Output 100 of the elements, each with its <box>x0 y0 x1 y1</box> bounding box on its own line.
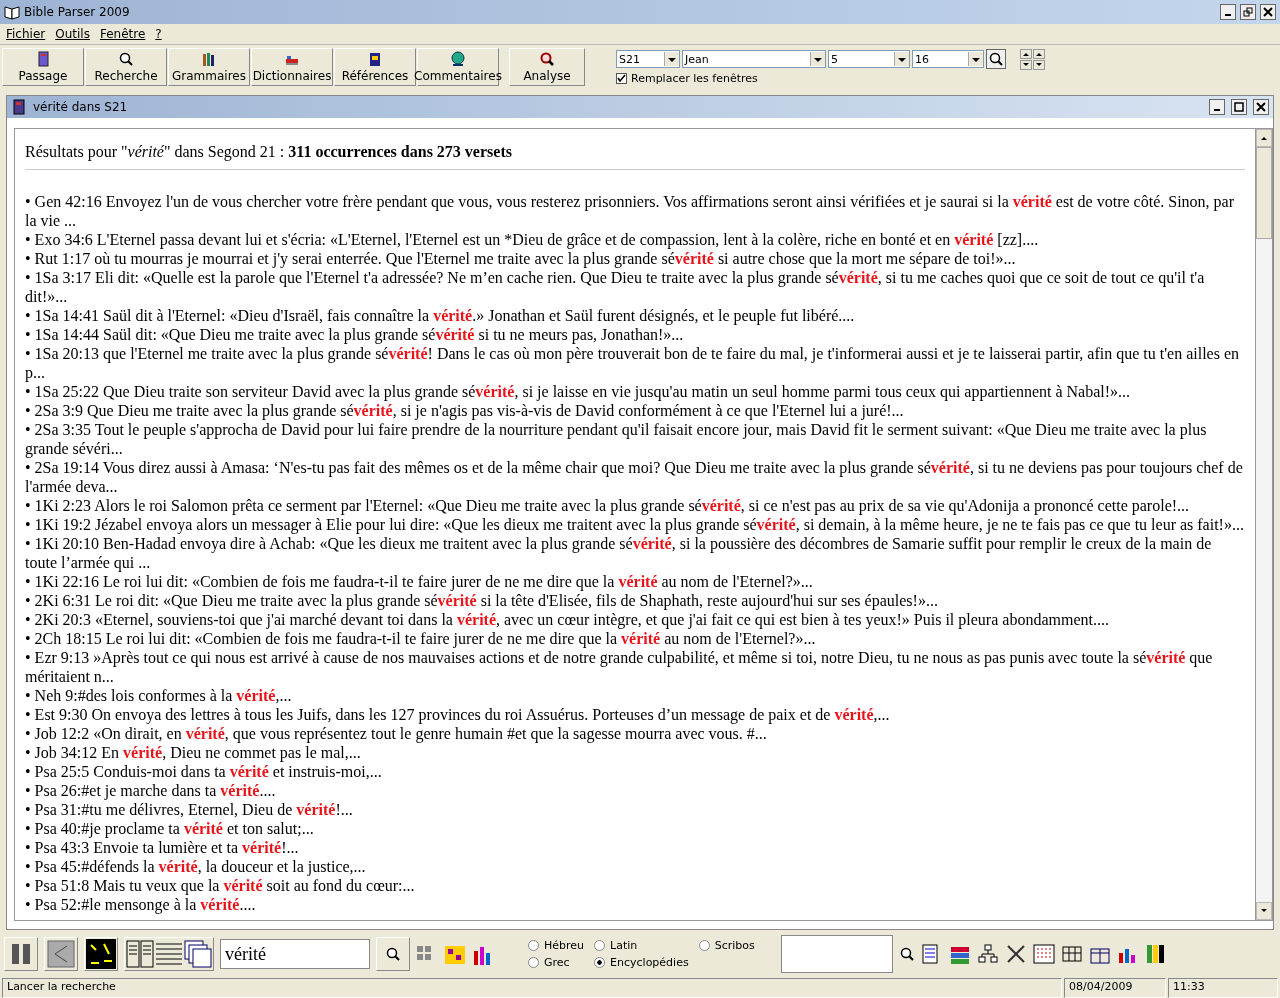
radio-button[interactable] <box>698 940 710 952</box>
status-date: 08/04/2009 <box>1064 978 1166 998</box>
matrix-icon <box>1032 943 1055 966</box>
radio-label: Grec <box>544 956 570 970</box>
result-line: • Psa 26:#et je marche dans ta vérité.... <box>25 780 277 800</box>
stacked-pages-icon <box>184 940 212 969</box>
toolbar-button[interactable]: Dictionnaires <box>251 47 333 86</box>
book-icon <box>367 50 383 67</box>
close-button[interactable] <box>1260 4 1276 20</box>
version-dropdown[interactable]: S21 <box>616 50 680 69</box>
result-line: • 1Ki 19:2 Jézabel envoya alors un messager à Elie pour lui dire: «Que les dieux me traitent avec la plus grande sévérité, si demain, à la même heure, je ne te fais pas ce que tu leur as fait!»... <box>25 515 1245 534</box>
minimize-button[interactable] <box>1209 98 1225 115</box>
menu-item[interactable]: ? <box>155 26 162 41</box>
magnifier-icon <box>118 50 134 67</box>
magnifier-icon <box>539 50 555 67</box>
books-icon <box>201 50 217 67</box>
radio-label: Hébreu <box>544 939 585 953</box>
magnifier-icon <box>988 51 1004 68</box>
down-button[interactable] <box>1033 59 1045 70</box>
scrollbar[interactable] <box>1255 127 1273 922</box>
close-icon <box>1263 7 1273 17</box>
columns-button[interactable] <box>4 937 38 972</box>
up-icon <box>1260 134 1268 141</box>
scroll-thumb[interactable] <box>1256 146 1272 239</box>
result-line: • 1Sa 14:44 Saül dit: «Que Dieu me traite avec la plus grande sévérité si tu ne meurs pas, Jonathan!»... <box>25 325 685 344</box>
result-line: • 1Ki 22:16 Le roi lui dit: «Combien de fois me faudra-t-il te faire jurer de ne me dire que la vérité au nom de l'Eternel?»... <box>25 572 814 591</box>
result-line: • 1Sa 14:41 Saül dit à l'Eternel: «Dieu d'Israël, fais connaître la vérité.» Jonathan et Saül furent désignés, et le peuple fut libéré.... <box>25 305 856 325</box>
book-dropdown[interactable]: Jean <box>682 50 826 69</box>
back-button[interactable] <box>44 937 78 972</box>
result-line: • Psa 25:5 Conduis-moi dans ta vérité et instruis-moi,... <box>25 762 383 781</box>
restore-button[interactable] <box>1240 4 1256 20</box>
result-line: • 2Sa 3:9 Que Dieu me traite avec la plus grande sévérité, si je n'agis pas vis-à-vis de David conformément à ce que l'Eternel lui a juré!... <box>25 401 905 420</box>
minimize-icon <box>1214 108 1220 111</box>
restore-icon <box>1243 7 1253 17</box>
toolbar-button[interactable]: Recherche <box>85 47 167 86</box>
replace-checkbox[interactable] <box>616 72 627 84</box>
search-field[interactable]: vérité <box>220 939 370 970</box>
verse-dropdown[interactable]: 16 <box>912 50 984 69</box>
radio-button[interactable] <box>528 940 539 952</box>
check-icon <box>617 74 626 83</box>
up-button[interactable] <box>1020 48 1032 59</box>
close-button[interactable] <box>1253 98 1269 115</box>
menu-item[interactable]: Fichier <box>6 26 46 41</box>
toolbar-button[interactable]: Grammaires <box>168 47 250 86</box>
radio-label: Encyclopédies <box>610 956 689 970</box>
document-title: vérité dans S21 <box>33 99 129 114</box>
radio-label: Scribos <box>714 939 755 953</box>
down-icon <box>1260 908 1268 915</box>
up-button[interactable] <box>1033 48 1045 59</box>
radio-button[interactable] <box>594 940 606 952</box>
toolbar-button[interactable]: Analyse <box>509 47 585 86</box>
result-line: • Est 9:30 On envoya des lettres à tous les Juifs, dans les 127 provinces du roi Assuérus. Porteuses d’un message de paix et de vérité,... <box>25 704 891 724</box>
result-line: • 2Ch 18:15 Le roi lui dit: «Combien de fois me faudra-t-il te faire jurer de ne me dire que la vérité au nom de l'Eternel?»... <box>25 629 817 648</box>
result-line: • Gen 42:16 Envoyez l'un de vous chercher votre frère pendant que vous, vous resterez prisonniers. Vos affirmations seront ainsi vérifiées et je saurai si la vérité est de votre côté. Sinon, par la vie ... <box>25 191 1235 230</box>
result-line: • 2Sa 3:35 Tout le peuple s'approcha de David pour lui faire prendre de la nourriture pendant qu'il faisait encore jour, mais David fit le serment suivant: «Que Dieu me traite avec la plus grande sévéri... <box>25 420 1208 458</box>
result-line: • 2Ki 6:31 Le roi dit: «Que Dieu me traite avec la plus grande sévérité si la tête d'Elisée, fils de Shaphath, reste aujourd'hui sur ses épaules!»... <box>25 591 939 610</box>
open-book-icon <box>4 4 20 20</box>
result-line: • 1Ki 2:23 Alors le roi Salomon prêta ce serment par l'Eternel: «Que Dieu me traite avec la plus grande sévérité, si ce n'est pas au prix de sa vie qu'Adonija a prononcé cette parole!... <box>25 495 1191 515</box>
globe-icon <box>450 50 466 67</box>
chapter-dropdown[interactable]: 5 <box>828 50 910 69</box>
go-button[interactable] <box>986 49 1006 70</box>
two-columns-icon <box>126 940 154 969</box>
close-icon <box>1256 101 1266 112</box>
search-button[interactable] <box>376 937 410 972</box>
layout-button[interactable] <box>124 937 214 972</box>
magnifier-icon <box>385 946 401 963</box>
menu-item[interactable]: Outils <box>55 26 90 41</box>
result-line: • Job 12:2 «On dirait, en vérité, que vous représentez tout le genre humain #et que la sagesse mourra avec vous. #... <box>25 724 768 743</box>
status-message: Lancer la recherche <box>2 978 1062 998</box>
radio-button[interactable] <box>594 957 606 969</box>
replace-label: Remplacer les fenêtres <box>631 71 758 85</box>
status-time: 11:33 <box>1168 978 1278 998</box>
book-icon <box>35 50 51 67</box>
input-field[interactable] <box>780 935 893 974</box>
down-button[interactable] <box>1020 59 1032 70</box>
minimize-button[interactable] <box>1220 4 1236 20</box>
maximize-button[interactable] <box>1231 98 1247 115</box>
result-line: • Psa 43:3 Envoie ta lumière et ta vérité!... <box>25 838 300 857</box>
radio-button[interactable] <box>528 957 539 969</box>
maximize-icon <box>1234 101 1244 112</box>
columns-icon <box>10 942 32 967</box>
result-line: • Psa 31:#tu me délivres, Eternel, Dieu de vérité!... <box>25 800 354 819</box>
result-line: • Psa 45:#défends la vérité, la douceur et la justice,... <box>25 856 367 876</box>
toolbar-button[interactable]: Passage <box>2 47 84 86</box>
result-line: • Psa 52:#le mensonge à la vérité.... <box>25 895 257 914</box>
result-line: • 1Ki 20:10 Ben-Hadad envoya dire à Achab: «Que les dieux me traitent avec la plus grande sévérité, si la poussière des décombres de Samarie suffit pour remplir le creux de la main de toute l’armée qui ... <box>25 534 1213 572</box>
result-line: • 1Sa 25:22 Que Dieu traite son serviteur David avec la plus grande sévérité, si je laisse en vie jusqu'au matin un seul homme parmi tous ceux qui appartiennent à Nabal!»... <box>25 382 1132 401</box>
result-line: • Psa 40:#je proclame ta vérité et ton salut;... <box>25 818 315 838</box>
books-icon <box>1144 943 1167 966</box>
result-line: • 1Sa 20:13 que l'Eternel me traite avec la plus grande sévérité! Dans le cas où mon père trouverait bon de te faire du mal, je t'informerai aussi et je te laisserai partir, afin que tu t'en ailles en p... <box>25 344 1241 382</box>
result-line: • Rut 1:17 où tu mourras je mourrai et j'y serai enterrée. Que l'Eternel me traite avec la plus grande sévérité si autre chose que la mort me sépare de toi!»... <box>25 249 1017 268</box>
minimize-icon <box>1225 14 1231 16</box>
result-line: • Psa 51:8 Mais tu veux que la vérité soit au fond du cœur:... <box>25 876 416 895</box>
tree-icon <box>976 943 999 966</box>
window-title: Bible Parser 2009 <box>24 5 131 19</box>
pattern-icon <box>444 943 466 966</box>
result-line: • Ezr 9:13 »Après tout ce qui nous est arrivé à cause de nos mauvaises actions et de notre grande culpabilité, et même si toi, notre Dieu, tu ne nous as pas punis avec toute la sévérité que méritaient n... <box>25 648 1214 686</box>
result-line: • Neh 9:#des lois conformes à la vérité,... <box>25 685 293 705</box>
book-icon <box>11 98 27 115</box>
menu-item[interactable]: Fenêtre <box>99 26 146 41</box>
